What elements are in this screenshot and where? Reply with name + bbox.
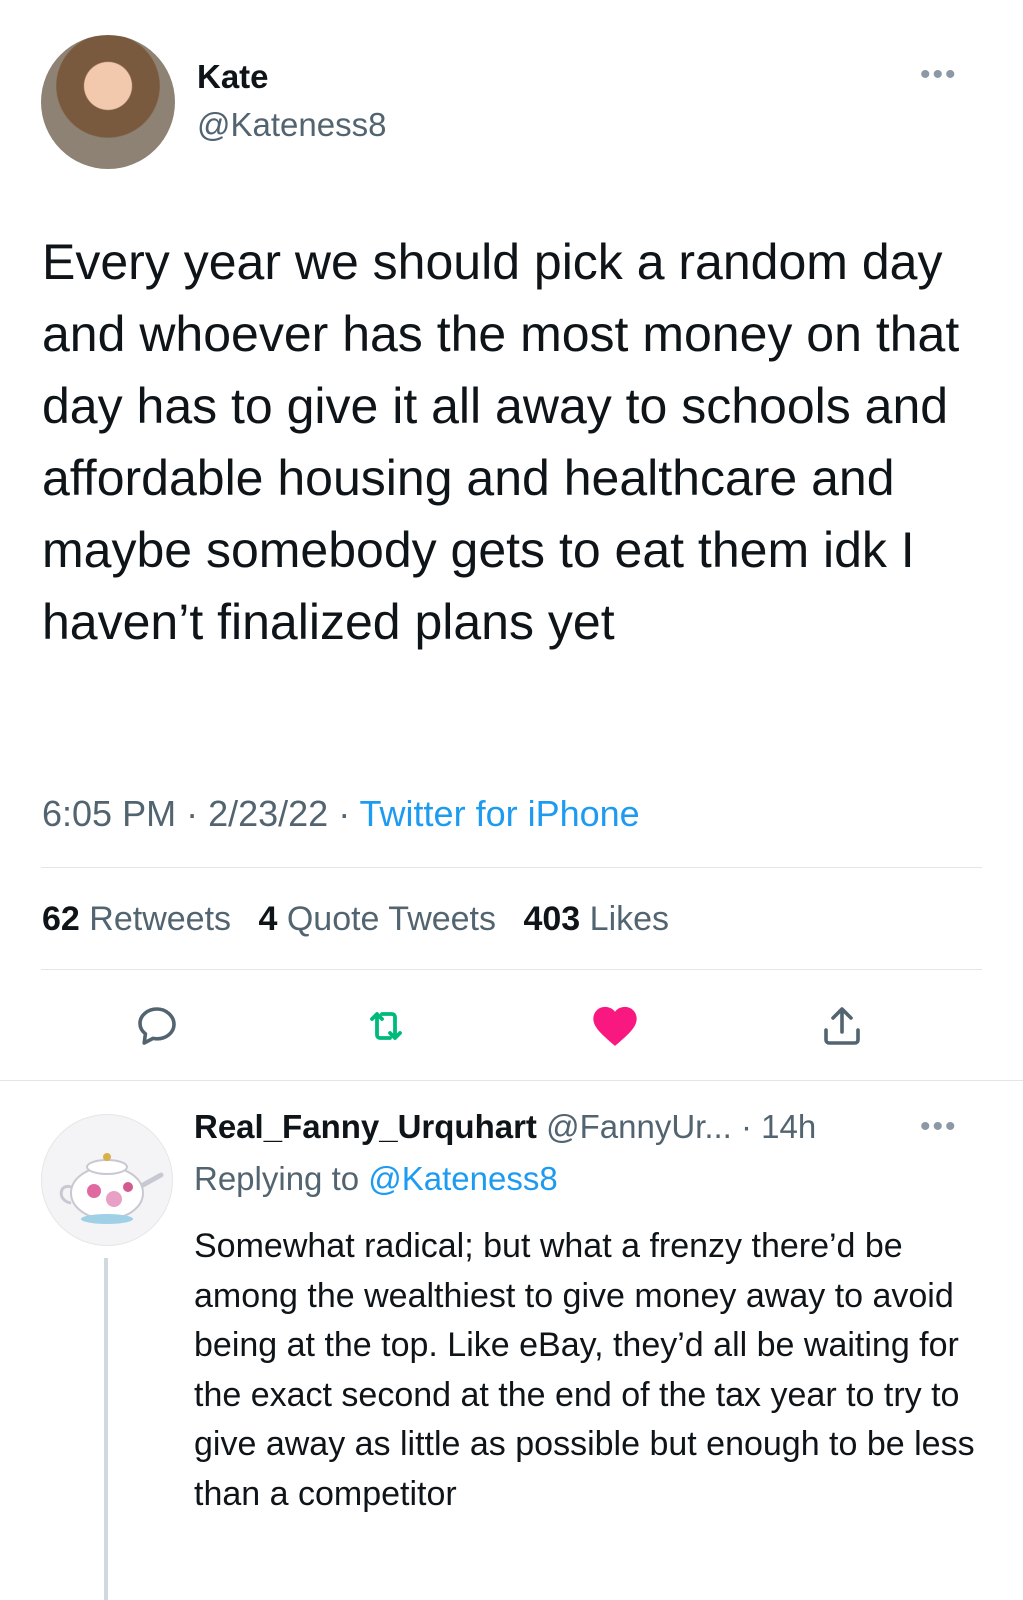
quote-tweets-label: Quote Tweets <box>286 900 497 938</box>
reply-author-name[interactable]: Real_Fanny_Urquhart <box>194 1108 537 1145</box>
tweet-meta: 6:05 PM · 2/23/22 · Twitter for iPhone <box>42 793 640 835</box>
tweet-text: Every year we should pick a random day a… <box>42 234 960 650</box>
likes-label: Likes <box>589 900 670 938</box>
tweet-source-link[interactable]: Twitter for iPhone <box>360 793 640 834</box>
reply-age[interactable]: 14h <box>761 1108 816 1145</box>
likes-count: 403 <box>523 900 581 938</box>
like-button[interactable] <box>585 996 645 1056</box>
author-name[interactable]: Kate <box>197 58 269 96</box>
quote-tweets-count: 4 <box>258 900 278 938</box>
reply-text: Somewhat radical; but what a frenzy ther… <box>194 1227 975 1513</box>
divider <box>0 1080 1023 1081</box>
reply-more-options-icon[interactable]: ••• <box>920 1110 958 1144</box>
tweet-stats: 62 Retweets 4 Quote Tweets 403 Likes <box>42 900 687 939</box>
retweet-button[interactable] <box>356 996 416 1056</box>
teapot-icon <box>59 1153 164 1224</box>
meta-separator: · <box>176 793 209 834</box>
share-icon <box>824 1007 860 1045</box>
likes-stat[interactable]: 403 Likes <box>523 900 669 938</box>
meta-separator: · <box>328 793 360 834</box>
divider <box>41 969 982 970</box>
reply-header: Real_Fanny_Urquhart @FannyUr... · 14h <box>194 1108 816 1146</box>
replying-to-prefix: Replying to <box>194 1160 369 1197</box>
reply-meta-separator: · <box>731 1108 762 1145</box>
more-options-icon[interactable]: ••• <box>920 58 958 92</box>
replying-to-handle[interactable]: @Kateness8 <box>368 1160 557 1197</box>
retweet-icon <box>370 1012 402 1040</box>
author-avatar[interactable] <box>41 35 175 169</box>
share-button[interactable] <box>812 996 872 1056</box>
divider <box>41 867 982 868</box>
retweets-count: 62 <box>42 900 80 938</box>
thread-line <box>104 1258 108 1600</box>
reply-author-avatar[interactable] <box>41 1114 173 1246</box>
retweets-stat[interactable]: 62 Retweets <box>42 900 231 938</box>
replying-to: Replying to @Kateness8 <box>194 1160 558 1198</box>
tweet-time[interactable]: 6:05 PM <box>42 793 176 834</box>
quote-tweets-stat[interactable]: 4 Quote Tweets <box>258 900 496 938</box>
tweet-date[interactable]: 2/23/22 <box>208 793 328 834</box>
reply-button[interactable] <box>127 996 187 1056</box>
retweets-label: Retweets <box>89 900 232 938</box>
heart-icon <box>593 1006 637 1046</box>
author-handle[interactable]: @Kateness8 <box>197 106 386 144</box>
reply-icon <box>138 1007 176 1045</box>
reply-author-handle[interactable]: @FannyUr... <box>546 1108 732 1145</box>
